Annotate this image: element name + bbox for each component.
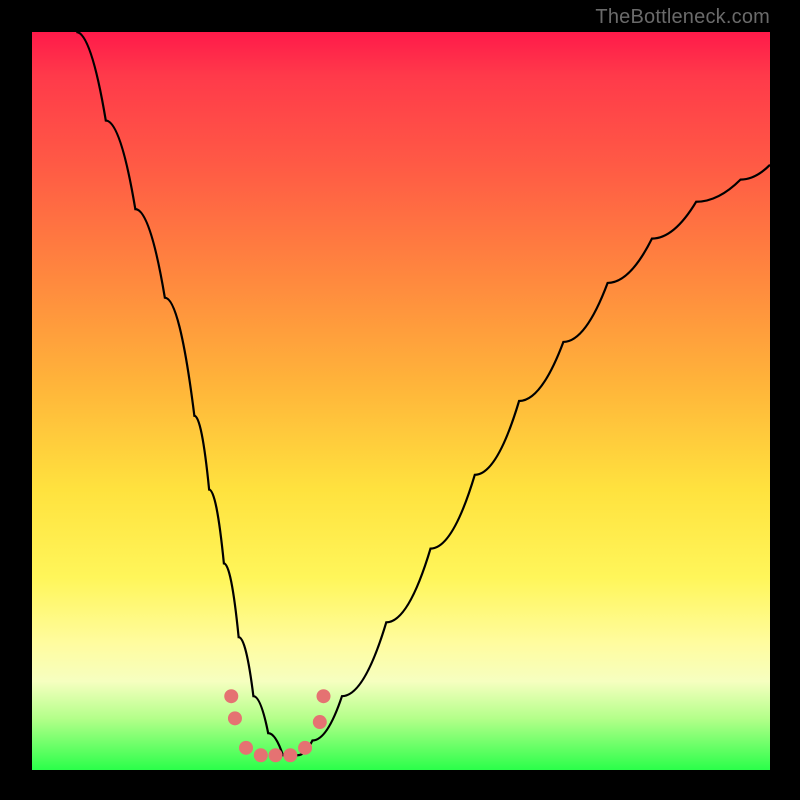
bottleneck-dot — [228, 711, 242, 725]
bottleneck-dots — [224, 689, 330, 762]
bottleneck-dot — [254, 748, 268, 762]
watermark-text: TheBottleneck.com — [595, 6, 770, 29]
chart-frame: TheBottleneck.com — [0, 0, 800, 800]
bottleneck-dot — [313, 715, 327, 729]
bottleneck-dot — [239, 741, 253, 755]
bottleneck-curve — [76, 32, 770, 755]
bottleneck-dot — [224, 689, 238, 703]
bottleneck-dot — [269, 748, 283, 762]
curve-layer — [32, 32, 770, 770]
bottleneck-dot — [317, 689, 331, 703]
plot-area — [32, 32, 770, 770]
bottleneck-dot — [298, 741, 312, 755]
bottleneck-dot — [283, 748, 297, 762]
